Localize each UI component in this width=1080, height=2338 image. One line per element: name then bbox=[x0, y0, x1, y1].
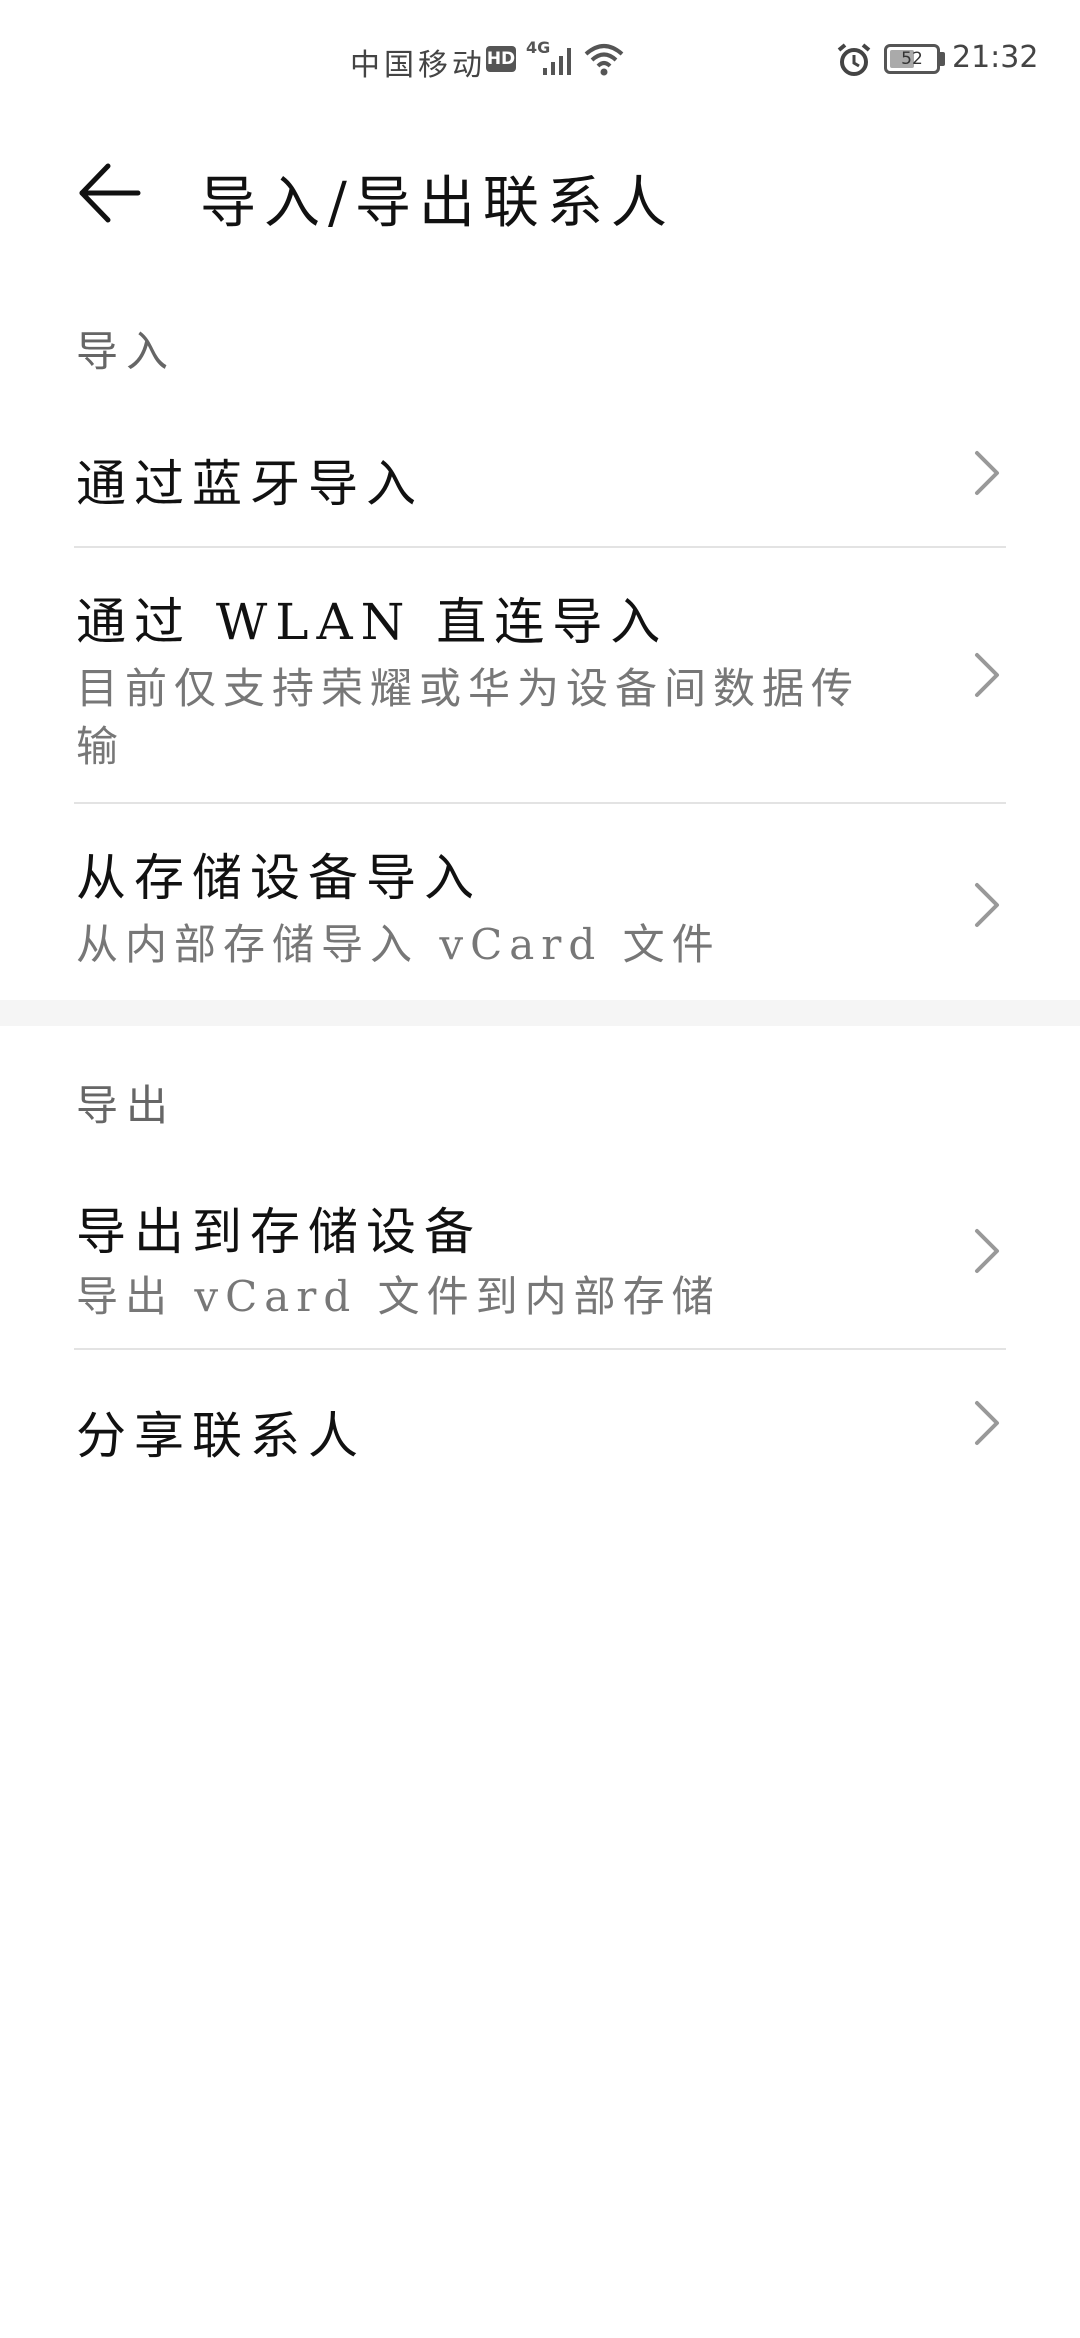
battery-level: 52 bbox=[901, 49, 923, 69]
item-title: 通过蓝牙导入 bbox=[76, 455, 424, 513]
export-to-storage-item[interactable]: 导出到存储设备 导出 vCard 文件到内部存储 bbox=[0, 1152, 1080, 1348]
item-subtitle: 导出 vCard 文件到内部存储 bbox=[76, 1272, 721, 1321]
item-title: 导出到存储设备 bbox=[76, 1203, 482, 1261]
import-from-storage-item[interactable]: 从存储设备导入 从内部存储导入 vCard 文件 bbox=[0, 804, 1080, 1000]
item-title: 从存储设备导入 bbox=[76, 849, 482, 907]
battery-icon: 52 bbox=[884, 44, 940, 74]
status-bar: 中国移动 HD 4G 52 21:32 bbox=[0, 0, 1080, 120]
item-title: 分享联系人 bbox=[76, 1407, 366, 1465]
section-separator bbox=[0, 1000, 1080, 1026]
item-subtitle: 目前仅支持荣耀或华为设备间数据传输 bbox=[76, 664, 861, 771]
chevron-right-icon bbox=[975, 1229, 999, 1273]
item-title: 通过 WLAN 直连导入 bbox=[76, 593, 669, 651]
item-subtitle: 从内部存储导入 vCard 文件 bbox=[76, 920, 721, 969]
clock: 21:32 bbox=[952, 40, 1039, 75]
wifi-icon bbox=[584, 42, 624, 84]
export-section-label: 导出 bbox=[76, 1081, 177, 1130]
header: 导入/导出联系人 bbox=[0, 120, 1080, 260]
share-contacts-item[interactable]: 分享联系人 bbox=[0, 1350, 1080, 1500]
import-via-bluetooth-item[interactable]: 通过蓝牙导入 bbox=[0, 400, 1080, 546]
alarm-icon bbox=[836, 42, 872, 86]
hd-badge: HD bbox=[486, 46, 516, 72]
page-title: 导入/导出联系人 bbox=[200, 171, 675, 236]
import-via-wlan-direct-item[interactable]: 通过 WLAN 直连导入 目前仅支持荣耀或华为设备间数据传输 bbox=[0, 548, 1080, 802]
chevron-right-icon bbox=[975, 653, 999, 697]
back-button[interactable] bbox=[64, 148, 154, 238]
signal-icon bbox=[542, 44, 576, 84]
chevron-right-icon bbox=[975, 451, 999, 495]
back-arrow-icon bbox=[79, 163, 141, 223]
import-section-label: 导入 bbox=[76, 327, 177, 376]
carrier-name: 中国移动 bbox=[350, 48, 486, 83]
chevron-right-icon bbox=[975, 883, 999, 927]
battery-cap bbox=[940, 52, 945, 66]
chevron-right-icon bbox=[975, 1401, 999, 1445]
